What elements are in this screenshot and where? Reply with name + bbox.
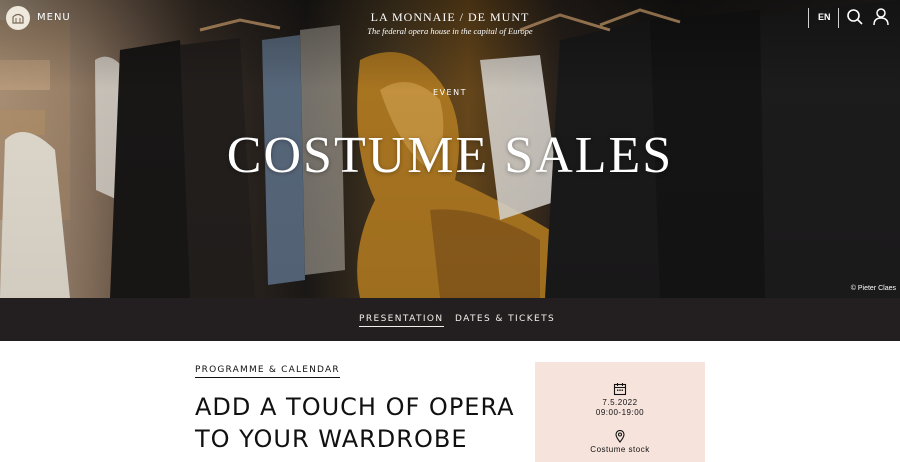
event-kicker: EVENT xyxy=(433,88,467,97)
top-navigation: MENU LA MONNAIE / DE MUNT The federal op… xyxy=(0,0,900,36)
headline-line-1: ADD A TOUCH OF OPERA xyxy=(195,393,515,421)
section-tabs: PRESENTATION DATES & TICKETS xyxy=(0,298,900,341)
user-icon[interactable] xyxy=(873,8,889,31)
tab-dates-tickets[interactable]: DATES & TICKETS xyxy=(455,314,555,324)
hero-banner: MENU LA MONNAIE / DE MUNT The federal op… xyxy=(0,0,900,298)
brand-subtitle: The federal opera house in the capital o… xyxy=(367,26,533,36)
divider xyxy=(838,8,839,28)
tab-presentation[interactable]: PRESENTATION xyxy=(359,314,444,327)
page-title: COSTUME SALES xyxy=(226,127,674,184)
language-switcher[interactable]: EN xyxy=(818,12,831,22)
brand-logo[interactable]: LA MONNAIE / DE MUNT The federal opera h… xyxy=(0,10,900,36)
event-date: 7.5.2022 xyxy=(602,398,638,407)
photo-credit: © Pieter Claes xyxy=(850,285,896,292)
content-headline: ADD A TOUCH OF OPERA TO YOUR WARDROBE xyxy=(195,391,525,455)
brand-title: LA MONNAIE / DE MUNT xyxy=(370,10,530,24)
headline-line-2: TO YOUR WARDROBE xyxy=(195,425,468,453)
search-icon[interactable] xyxy=(846,8,864,31)
event-time: 09:00-19:00 xyxy=(595,408,645,417)
event-location: Costume stock xyxy=(590,445,650,454)
event-info-card: 7.5.2022 09:00-19:00 Costume stock xyxy=(535,362,705,462)
breadcrumb[interactable]: PROGRAMME & CALENDAR xyxy=(195,365,340,378)
divider xyxy=(808,8,809,28)
